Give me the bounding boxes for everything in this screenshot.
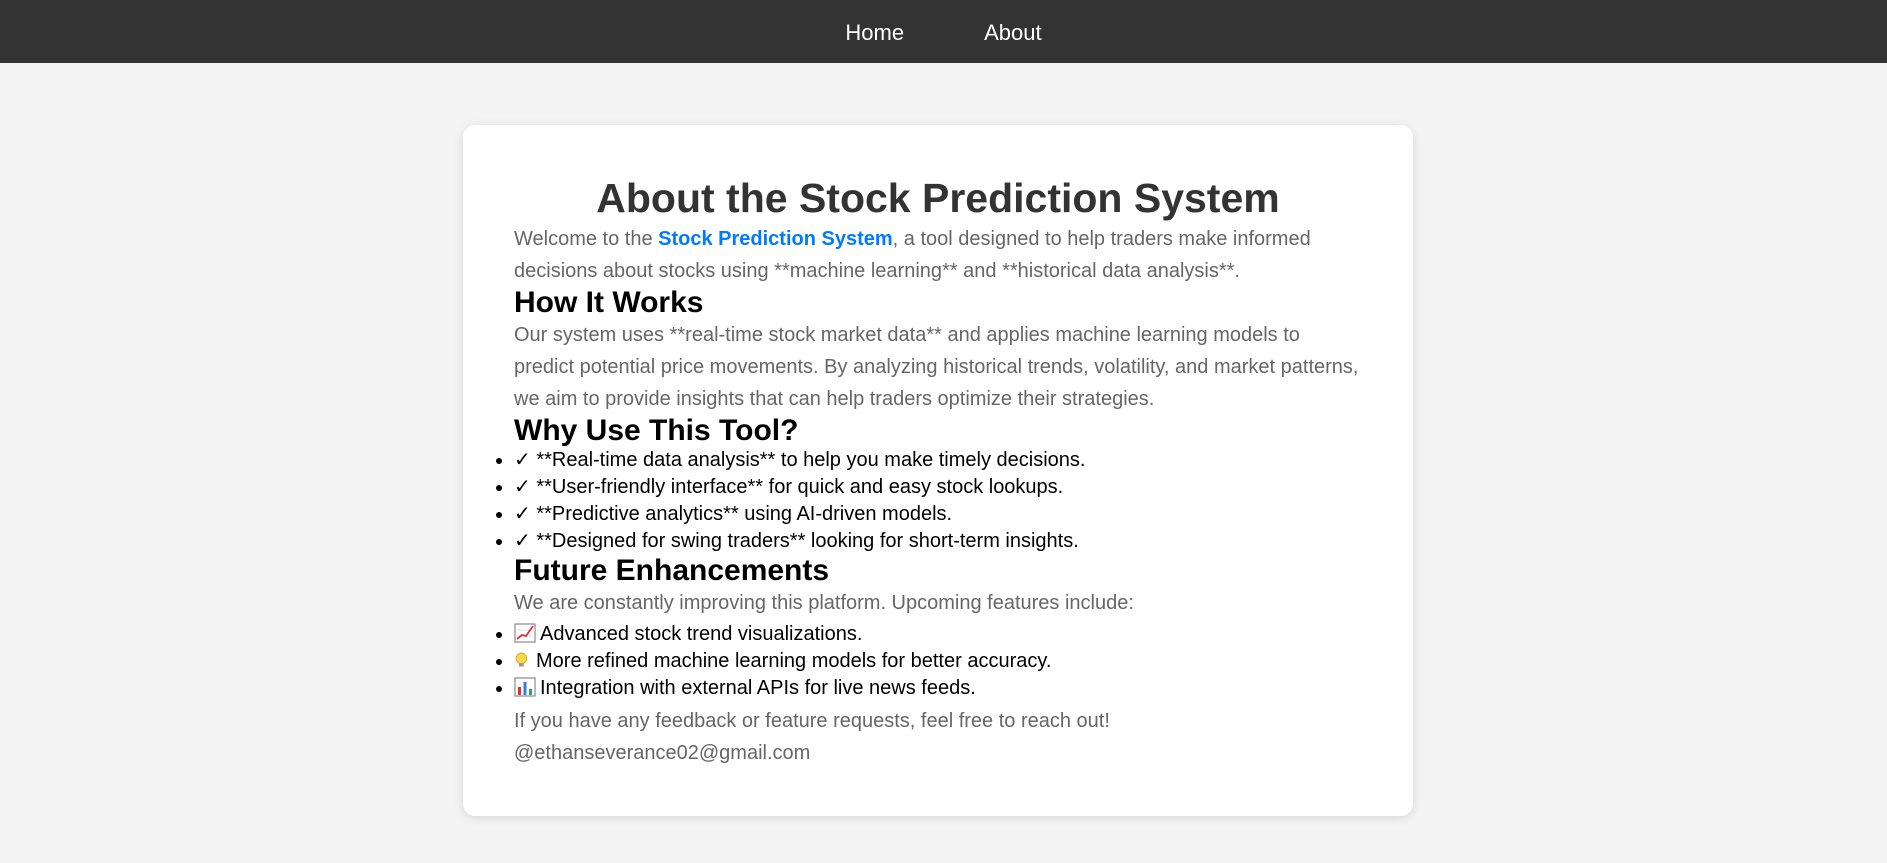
why-use-list: ✓ **Real-time data analysis** to help yo… [514,447,1362,555]
list-item: ✓ **Real-time data analysis** to help yo… [514,447,1362,474]
future-features-list: Advanced stock trend visualizations. Mor… [514,621,1362,702]
list-item: ✓ **User-friendly interface** for quick … [514,474,1362,501]
intro-paragraph: Welcome to the Stock Prediction System, … [514,223,1362,287]
list-item: ✓ **Designed for swing traders** looking… [514,528,1362,555]
checkmark-icon: ✓ [514,530,531,552]
list-item-text: **Predictive analytics** using AI-driven… [530,503,953,525]
list-item: More refined machine learning models for… [514,648,1362,675]
why-use-heading: Why Use This Tool? [514,414,799,447]
contact-email: @ethanseverance02@gmail.com [514,742,811,764]
system-name-highlight: Stock Prediction System [658,228,893,250]
page-title: About the Stock Prediction System [596,175,1280,221]
list-item-text: **Designed for swing traders** looking f… [530,530,1079,552]
checkmark-icon: ✓ [514,503,531,525]
bar-chart-icon [514,677,536,697]
light-bulb-icon [515,652,528,667]
list-item: Advanced stock trend visualizations. [514,621,1362,648]
about-card: About the Stock Prediction System Welcom… [463,125,1413,816]
how-it-works-heading: How It Works [514,286,704,319]
contact-text: If you have any feedback or feature requ… [514,710,1110,732]
how-it-works-text: Our system uses **real-time stock market… [514,324,1359,410]
intro-text-start: Welcome to the [514,228,659,250]
chart-increasing-icon [514,623,536,643]
list-item: ✓ **Predictive analytics** using AI-driv… [514,501,1362,528]
nav-home-link[interactable]: Home [845,18,904,46]
checkmark-icon: ✓ [514,476,531,498]
list-item-text: Advanced stock trend visualizations. [540,623,863,645]
list-item-text: Integration with external APIs for live … [540,677,976,699]
future-enhancements-heading: Future Enhancements [514,554,830,587]
list-item-text: **Real-time data analysis** to help you … [530,449,1086,471]
navbar: Home About [0,0,1887,63]
future-intro-text: We are constantly improving this platfor… [514,592,1134,614]
checkmark-icon: ✓ [514,449,531,471]
nav-about-link[interactable]: About [984,18,1042,46]
list-item: Integration with external APIs for live … [514,675,1362,702]
list-item-text: More refined machine learning models for… [536,650,1052,672]
list-item-text: **User-friendly interface** for quick an… [530,476,1064,498]
